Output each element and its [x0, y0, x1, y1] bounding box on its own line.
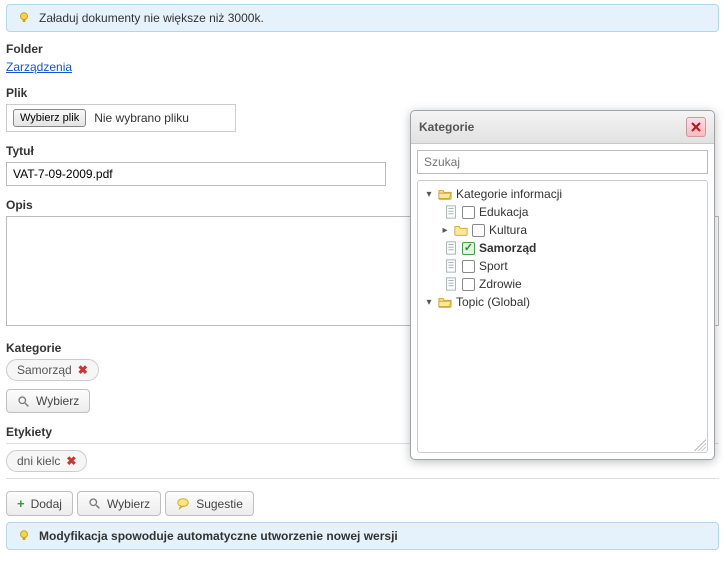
suggest-button-label: Sugestie: [196, 497, 243, 511]
label-tag: dni kielc ✖: [6, 450, 87, 472]
choose-file-button[interactable]: Wybierz plik: [13, 109, 86, 127]
tree-node[interactable]: Zdrowie: [420, 275, 705, 293]
folder-open-icon: [438, 295, 452, 309]
folder-open-icon: [438, 187, 452, 201]
choose-category-label: Wybierz: [36, 394, 79, 408]
tree-checkbox[interactable]: [462, 260, 475, 273]
magnifier-icon: [88, 497, 101, 510]
label-tag-text: dni kielc: [17, 454, 60, 468]
tree-node-label: Kultura: [489, 223, 527, 237]
tree-node-label: Zdrowie: [479, 277, 522, 291]
add-button-label: Dodaj: [31, 497, 62, 511]
info-banner-bottom: Modyfikacja spowoduje automatyczne utwor…: [6, 522, 719, 550]
dialog-title-text: Kategorie: [419, 120, 474, 134]
tree-node-selected[interactable]: Samorząd: [420, 239, 705, 257]
tree-checkbox-checked[interactable]: [462, 242, 475, 255]
expand-collapse-icon[interactable]: ▸: [440, 225, 450, 236]
tree-node[interactable]: Sport: [420, 257, 705, 275]
document-icon: [444, 241, 458, 255]
document-icon: [444, 259, 458, 273]
expand-collapse-icon[interactable]: ▾: [424, 189, 434, 200]
info-banner-top: Załaduj dokumenty nie większe niż 3000k.: [6, 4, 719, 32]
lightbulb-icon: [17, 11, 31, 25]
category-tag: Samorząd ✖: [6, 359, 99, 381]
dialog-close-button[interactable]: [686, 117, 706, 137]
resize-handle[interactable]: [694, 439, 706, 451]
document-icon: [444, 205, 458, 219]
dialog-search-input[interactable]: [417, 150, 708, 174]
expand-collapse-icon[interactable]: ▾: [424, 297, 434, 308]
tree-node[interactable]: ▸ Kultura: [420, 221, 705, 239]
action-toolbar: + Dodaj Wybierz Sugestie: [6, 491, 719, 516]
category-tree: ▾ Kategorie informacji Edukacja ▸ Kultur…: [420, 185, 705, 311]
tree-node-root[interactable]: ▾ Kategorie informacji: [420, 185, 705, 203]
tree-node-label: Kategorie informacji: [456, 187, 562, 201]
speech-bubble-icon: [176, 497, 190, 510]
tree-node-label: Edukacja: [479, 205, 528, 219]
suggest-button[interactable]: Sugestie: [165, 491, 254, 516]
tree-node-label: Topic (Global): [456, 295, 530, 309]
title-input[interactable]: [6, 162, 386, 186]
info-banner-text: Załaduj dokumenty nie większe niż 3000k.: [39, 11, 264, 25]
magnifier-icon: [17, 395, 30, 408]
file-picker: Wybierz plik Nie wybrano pliku: [6, 104, 236, 132]
dialog-tree-panel: ▾ Kategorie informacji Edukacja ▸ Kultur…: [417, 180, 708, 453]
category-tag-label: Samorząd: [17, 363, 72, 377]
add-button[interactable]: + Dodaj: [6, 491, 73, 516]
tree-node[interactable]: Edukacja: [420, 203, 705, 221]
lightbulb-icon: [17, 529, 31, 543]
dialog-titlebar[interactable]: Kategorie: [411, 111, 714, 144]
tree-checkbox[interactable]: [462, 278, 475, 291]
choose-category-button[interactable]: Wybierz: [6, 389, 90, 413]
remove-tag-icon[interactable]: ✖: [66, 454, 76, 468]
categories-dialog: Kategorie ▾ Kategorie informacji Edukacj…: [410, 110, 715, 460]
tree-node-root[interactable]: ▾ Topic (Global): [420, 293, 705, 311]
info-banner-text: Modyfikacja spowoduje automatyczne utwor…: [39, 529, 398, 543]
plus-icon: +: [17, 496, 25, 511]
folder-section: Folder Zarządzenia: [6, 42, 719, 74]
tree-node-label: Samorząd: [479, 241, 536, 255]
remove-tag-icon[interactable]: ✖: [78, 363, 88, 377]
tree-checkbox[interactable]: [472, 224, 485, 237]
close-icon: [690, 121, 702, 133]
tree-node-label: Sport: [479, 259, 508, 273]
choose-button[interactable]: Wybierz: [77, 491, 161, 516]
folder-link[interactable]: Zarządzenia: [6, 60, 72, 74]
folder-label: Folder: [6, 42, 719, 56]
divider: [6, 478, 719, 479]
document-icon: [444, 277, 458, 291]
choose-button-label: Wybierz: [107, 497, 150, 511]
file-status-text: Nie wybrano pliku: [94, 111, 189, 125]
tree-checkbox[interactable]: [462, 206, 475, 219]
file-label: Plik: [6, 86, 719, 100]
folder-icon: [454, 223, 468, 237]
